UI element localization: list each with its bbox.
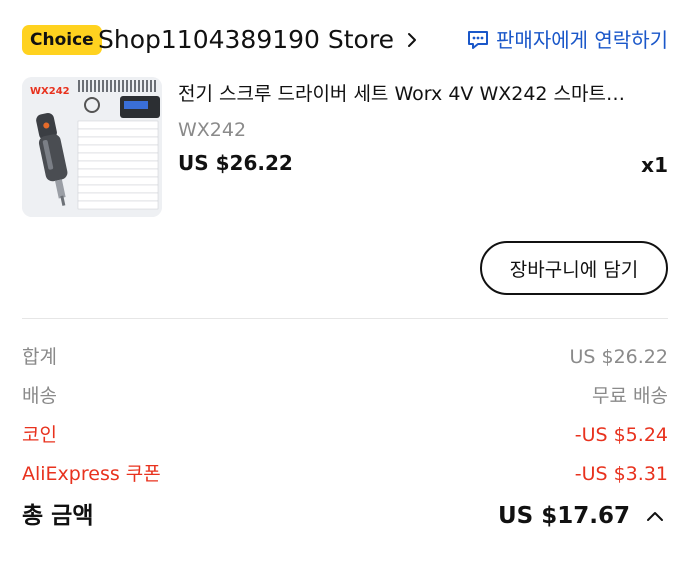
- coupon-label: AliExpress 쿠폰: [22, 463, 161, 485]
- coins-label: 코인: [22, 424, 57, 446]
- summary-row-coupon: AliExpress 쿠폰 -US $3.31: [22, 459, 668, 489]
- coupon-value: -US $3.31: [574, 463, 668, 485]
- subtotal-label: 합계: [22, 346, 57, 368]
- product-item[interactable]: WX242 전기 스크루 드라이버 세트 Worx 4V WX242 스마트… …: [22, 77, 668, 221]
- total-row[interactable]: 총 금액 US $17.67: [22, 498, 668, 534]
- subtotal-value: US $26.22: [569, 346, 669, 368]
- coins-value: -US $5.24: [574, 424, 668, 446]
- product-title[interactable]: 전기 스크루 드라이버 세트 Worx 4V WX242 스마트…: [178, 81, 658, 107]
- section-divider: [22, 318, 668, 319]
- product-price: US $26.22: [178, 151, 293, 175]
- summary-row-subtotal: 합계 US $26.22: [22, 342, 668, 372]
- summary-row-shipping: 배송 무료 배송: [22, 381, 668, 411]
- contact-seller-label: 판매자에게 연락하기: [496, 28, 668, 52]
- screwdriver-product-image: WX242: [22, 77, 162, 217]
- summary-row-coins: 코인 -US $5.24: [22, 420, 668, 450]
- choice-badge: Choice: [22, 25, 102, 55]
- total-label: 총 금액: [22, 503, 94, 529]
- store-name-link[interactable]: Shop1104389190 Store: [98, 24, 394, 56]
- product-quantity: x1: [641, 153, 668, 177]
- chat-bubble-icon: [468, 31, 489, 49]
- store-header: Choice Shop1104389190 Store 판매자에게 연락하기: [22, 22, 668, 60]
- add-to-cart-button[interactable]: 장바구니에 담기: [480, 241, 668, 295]
- product-variant: WX242: [178, 119, 247, 141]
- product-thumbnail[interactable]: WX242: [22, 77, 162, 217]
- chevron-right-icon[interactable]: [404, 32, 420, 48]
- total-value: US $17.67: [497, 503, 630, 529]
- contact-seller-link[interactable]: 판매자에게 연락하기: [466, 26, 668, 54]
- chevron-up-icon[interactable]: [646, 508, 664, 524]
- shipping-label: 배송: [22, 385, 57, 407]
- shipping-value: 무료 배송: [592, 385, 668, 407]
- product-image-brand: WX242: [30, 86, 70, 97]
